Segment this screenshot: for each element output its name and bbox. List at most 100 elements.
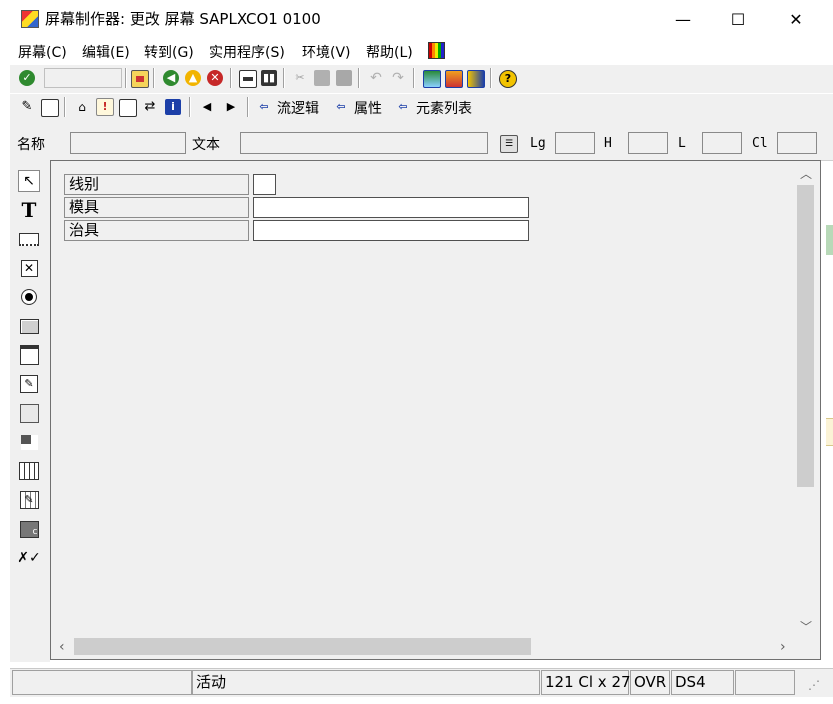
- undo-icon: ↶: [370, 70, 382, 86]
- vertical-scroll-thumb[interactable]: [797, 185, 814, 487]
- cl-field[interactable]: [777, 132, 817, 154]
- input-field-tool-icon[interactable]: [18, 228, 40, 250]
- table-control-tool-icon[interactable]: [18, 460, 40, 482]
- menu-edit[interactable]: 编辑(E): [82, 42, 130, 62]
- tabstrip-wizard-tool-icon[interactable]: ✎: [18, 373, 40, 395]
- horizontal-scroll-thumb[interactable]: [74, 638, 531, 655]
- screen-preview-icon[interactable]: [119, 99, 137, 117]
- layout-icon-2[interactable]: [445, 70, 463, 88]
- previous-icon[interactable]: ◀: [199, 99, 215, 115]
- line-input[interactable]: [253, 174, 276, 195]
- redo-icon: ↷: [392, 70, 404, 86]
- paste-icon: [336, 70, 352, 86]
- text-field-tool-icon[interactable]: T: [18, 198, 40, 222]
- where-used-icon[interactable]: ⇄: [142, 99, 158, 115]
- close-button[interactable]: ✕: [773, 0, 819, 38]
- attributes-arrow-icon[interactable]: ⇦: [333, 99, 349, 115]
- box-tool-icon[interactable]: [18, 402, 40, 424]
- maximize-button[interactable]: ☐: [715, 0, 761, 38]
- h-field[interactable]: [628, 132, 668, 154]
- status-message: [12, 670, 192, 695]
- table-control-wizard-tool-icon[interactable]: ✎: [18, 489, 40, 511]
- checkbox-tool-icon[interactable]: ✕: [18, 257, 40, 279]
- check-icon[interactable]: ✓: [19, 70, 35, 86]
- status-size: 121 Cl x 27: [541, 670, 631, 695]
- toolbar-separator: [490, 68, 492, 88]
- back-icon[interactable]: ◀: [163, 70, 179, 86]
- scroll-left-icon[interactable]: ‹: [59, 639, 65, 655]
- toolbar-separator: [283, 68, 285, 88]
- element-list-button[interactable]: 元素列表: [416, 98, 472, 118]
- customize-layout-icon[interactable]: [428, 42, 445, 59]
- info-icon[interactable]: i: [165, 99, 181, 115]
- modify-icon[interactable]: ✎: [19, 99, 35, 115]
- toolbar-separator: [413, 68, 415, 88]
- lg-field[interactable]: [555, 132, 595, 154]
- name-field[interactable]: [70, 132, 186, 154]
- menu-utilities[interactable]: 实用程序(S): [209, 42, 285, 62]
- menu-screen[interactable]: 屏幕(C): [18, 42, 67, 62]
- other-object-icon[interactable]: [41, 99, 59, 117]
- text-label: 文本: [192, 137, 220, 153]
- scroll-down-icon[interactable]: ﹀: [800, 618, 812, 635]
- toolbar-separator: [64, 97, 66, 117]
- menu-help[interactable]: 帮助(L): [366, 42, 413, 62]
- minimize-button[interactable]: —: [660, 0, 706, 38]
- menu-goto[interactable]: 转到(G): [144, 42, 194, 62]
- fixture-label[interactable]: 治具: [64, 220, 249, 241]
- status-mode: 活动: [192, 670, 540, 695]
- text-field[interactable]: [240, 132, 488, 154]
- toolbar-separator: [189, 97, 191, 117]
- mold-input[interactable]: [253, 197, 529, 218]
- print-icon[interactable]: [239, 70, 257, 88]
- help-icon[interactable]: ?: [499, 70, 517, 88]
- scroll-right-icon[interactable]: ›: [780, 639, 786, 655]
- name-label: 名称: [17, 137, 45, 153]
- background-window-strip: [826, 225, 833, 255]
- flow-logic-button[interactable]: 流逻辑: [277, 98, 319, 118]
- command-field[interactable]: [44, 68, 122, 88]
- hierarchy-icon[interactable]: ⌂: [74, 99, 90, 115]
- pushbutton-tool-icon[interactable]: [18, 315, 40, 337]
- resize-grip-icon[interactable]: ⋰: [808, 678, 820, 692]
- attributes-button[interactable]: 属性: [354, 98, 382, 118]
- find-icon[interactable]: ▮▮: [261, 70, 277, 86]
- radio-button-tool-icon[interactable]: [18, 286, 40, 308]
- exit-icon[interactable]: ▲: [185, 70, 201, 86]
- cut-icon: ✂: [295, 71, 305, 84]
- status-overwrite[interactable]: OVR: [630, 670, 670, 695]
- line-label[interactable]: 线别: [64, 174, 249, 195]
- custom-control-tool-icon[interactable]: c: [18, 518, 40, 540]
- menu-environment[interactable]: 环境(V): [302, 42, 351, 62]
- background-window-strip: [826, 418, 833, 446]
- save-icon[interactable]: [131, 70, 149, 88]
- status-empty: [735, 670, 795, 695]
- status-icon-tool-icon[interactable]: ✗✓: [17, 547, 40, 569]
- subscreen-tool-icon[interactable]: [18, 431, 40, 453]
- text-list-icon[interactable]: ☰: [500, 135, 518, 153]
- mold-label[interactable]: 模具: [64, 197, 249, 218]
- tabstrip-tool-icon[interactable]: [18, 344, 40, 366]
- cl-label: Cl: [752, 136, 768, 151]
- l-label: L: [678, 136, 686, 151]
- l-field[interactable]: [702, 132, 742, 154]
- active-inactive-icon[interactable]: !: [96, 98, 114, 116]
- copy-icon: [314, 70, 330, 86]
- status-system: DS4: [671, 670, 734, 695]
- toolbar-separator: [230, 68, 232, 88]
- cancel-icon[interactable]: ✕: [207, 70, 223, 86]
- toolbar-separator: [247, 97, 249, 117]
- next-icon[interactable]: ▶: [223, 99, 239, 115]
- pointer-tool-icon[interactable]: ↖: [18, 170, 40, 192]
- flow-logic-arrow-icon[interactable]: ⇦: [256, 99, 272, 115]
- app-icon: [21, 10, 39, 28]
- layout-icon-1[interactable]: [423, 70, 441, 88]
- toolbar-separator: [358, 68, 360, 88]
- window-title: 屏幕制作器: 更改 屏幕 SAPLXCO1 0100: [45, 10, 321, 28]
- scroll-up-icon[interactable]: ︿: [800, 165, 812, 182]
- toolbar-separator: [125, 68, 127, 88]
- element-list-arrow-icon[interactable]: ⇦: [395, 99, 411, 115]
- toolbar-separator: [153, 68, 155, 88]
- fixture-input[interactable]: [253, 220, 529, 241]
- layout-icon-3[interactable]: [467, 70, 485, 88]
